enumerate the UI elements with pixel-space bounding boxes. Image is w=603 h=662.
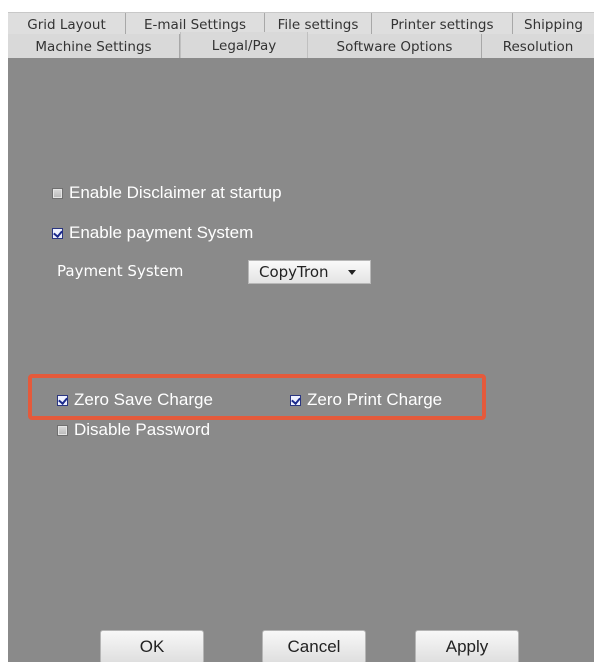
tab-row-front: Machine Settings Legal/Pay Software Opti… [8, 32, 594, 58]
enable-payment-checkbox[interactable]: Enable payment System [52, 223, 253, 243]
apply-button[interactable]: Apply [415, 630, 519, 662]
zero-save-charge-label: Zero Save Charge [74, 390, 213, 409]
checkbox-unchecked-icon[interactable] [57, 424, 68, 436]
checkbox-checked-icon[interactable] [57, 394, 68, 406]
tab-grid-layout[interactable]: Grid Layout [8, 13, 126, 35]
payment-system-label: Payment System [57, 262, 184, 280]
tab-machine-settings[interactable]: Machine Settings [8, 34, 180, 58]
enable-disclaimer-label: Enable Disclaimer at startup [69, 183, 282, 202]
enable-disclaimer-checkbox[interactable]: Enable Disclaimer at startup [52, 183, 282, 203]
chevron-down-icon [348, 270, 356, 275]
checkbox-checked-icon[interactable] [290, 394, 301, 406]
cancel-button[interactable]: Cancel [262, 630, 366, 662]
tab-printer-settings[interactable]: Printer settings [372, 13, 513, 35]
ok-button[interactable]: OK [100, 630, 204, 662]
checkbox-unchecked-icon[interactable] [52, 187, 63, 199]
payment-system-value: CopyTron [259, 263, 329, 281]
disable-password-label: Disable Password [74, 420, 211, 439]
checkbox-checked-icon[interactable] [52, 227, 63, 239]
zero-save-charge-checkbox[interactable]: Zero Save Charge [57, 390, 213, 410]
settings-dialog: Grid Layout E-mail Settings File setting… [0, 0, 603, 662]
tab-legal-pay[interactable]: Legal/Pay [180, 32, 308, 58]
disable-password-checkbox[interactable]: Disable Password [57, 420, 210, 440]
legal-pay-panel: Enable Disclaimer at startup Enable paym… [8, 58, 594, 662]
tab-resolution[interactable]: Resolution [482, 34, 594, 58]
zero-print-charge-label: Zero Print Charge [307, 390, 443, 409]
tab-software-options[interactable]: Software Options [308, 34, 482, 58]
enable-payment-label: Enable payment System [69, 223, 254, 242]
tab-shipping[interactable]: Shipping [513, 13, 594, 35]
payment-system-select[interactable]: CopyTron [248, 260, 371, 284]
zero-print-charge-checkbox[interactable]: Zero Print Charge [290, 390, 442, 410]
